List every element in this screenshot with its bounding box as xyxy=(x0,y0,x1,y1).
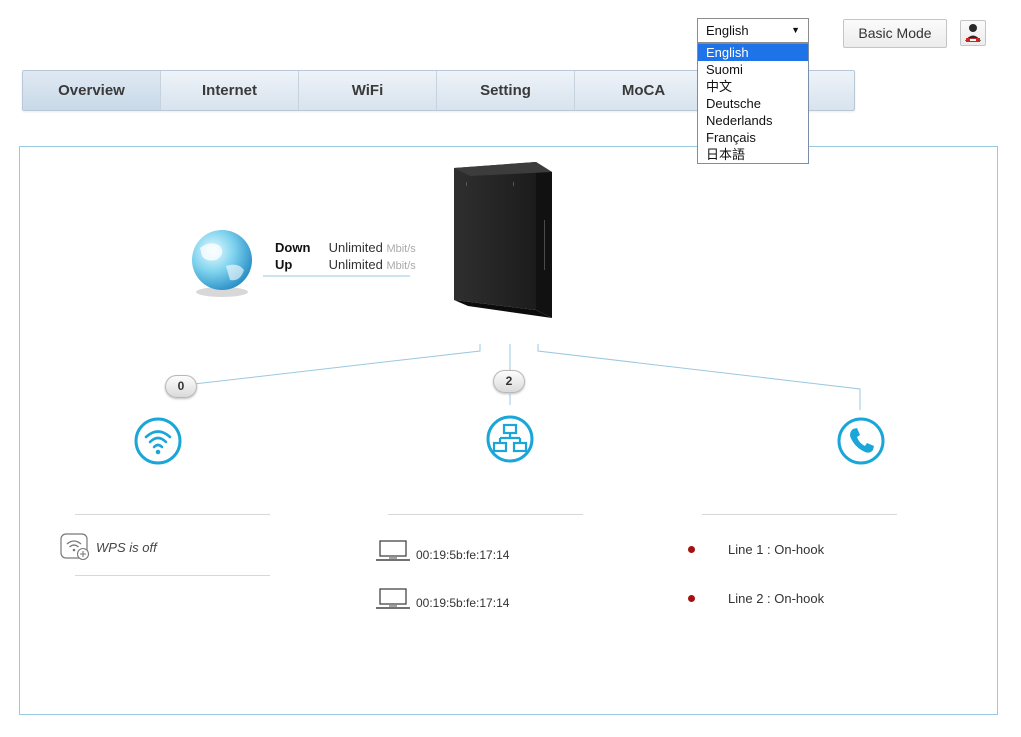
language-option[interactable]: Français xyxy=(698,129,808,146)
phone-line-status: Line 1 : On-hook xyxy=(688,542,824,557)
wifi-icon[interactable] xyxy=(133,416,183,466)
wifi-client-count-badge[interactable]: 0 xyxy=(165,375,197,398)
wps-status: WPS is off xyxy=(60,533,157,561)
lan-device-mac: 00:19:5b:fe:17:14 xyxy=(416,548,510,562)
language-option[interactable]: English xyxy=(698,44,808,61)
language-option[interactable]: Suomi xyxy=(698,61,808,78)
up-label: Up xyxy=(275,257,293,272)
phone-line-label: Line 1 : On-hook xyxy=(728,542,825,557)
down-value: Unlimited xyxy=(328,240,383,255)
up-speed-row: Up Unlimited Mbit/s xyxy=(275,257,416,274)
language-option[interactable]: 日本語 xyxy=(698,146,808,163)
network-icon[interactable] xyxy=(485,414,535,464)
down-label: Down xyxy=(275,240,311,255)
lan-separator xyxy=(388,514,583,515)
wps-icon[interactable] xyxy=(60,533,90,561)
language-option[interactable]: Deutsche xyxy=(698,95,808,112)
lan-device-mac: 00:19:5b:fe:17:14 xyxy=(416,596,510,610)
laptop-icon xyxy=(376,588,410,609)
down-unit: Mbit/s xyxy=(386,243,416,255)
language-options-list[interactable]: English Suomi 中文 Deutsche Nederlands Fra… xyxy=(697,43,809,164)
status-dot xyxy=(688,595,695,602)
lan-device-item[interactable]: 00:19:5b:fe:17:14 xyxy=(376,588,509,610)
phone-separator xyxy=(702,514,897,515)
status-dot xyxy=(688,546,695,553)
lan-client-count-badge[interactable]: 2 xyxy=(493,370,525,393)
wifi-separator-bottom xyxy=(75,575,270,576)
up-value: Unlimited xyxy=(328,257,383,272)
lan-device-item[interactable]: 00:19:5b:fe:17:14 xyxy=(376,540,509,562)
up-unit: Mbit/s xyxy=(386,260,416,272)
wps-status-text: WPS is off xyxy=(96,539,157,555)
language-option[interactable]: Nederlands xyxy=(698,112,808,129)
connection-lines xyxy=(193,275,861,410)
language-option[interactable]: 中文 xyxy=(698,78,808,95)
phone-line-status: Line 2 : On-hook xyxy=(688,591,824,606)
phone-icon[interactable] xyxy=(836,416,886,466)
wifi-separator-top xyxy=(75,514,270,515)
gateway-device-image xyxy=(454,162,552,318)
internet-speed-info: Down Unlimited Mbit/s Up Unlimited Mbit/… xyxy=(275,240,416,274)
phone-line-label: Line 2 : On-hook xyxy=(728,591,825,606)
laptop-icon xyxy=(376,540,410,561)
down-speed-row: Down Unlimited Mbit/s xyxy=(275,240,416,257)
globe-icon xyxy=(192,230,252,297)
